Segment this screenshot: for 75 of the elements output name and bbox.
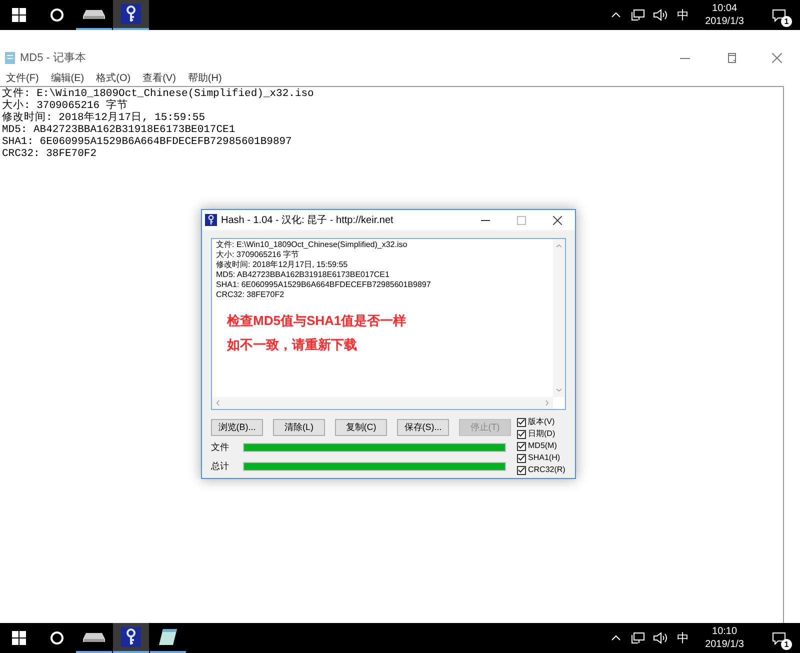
result-line: MD5: AB42723BBA162B31918E6173BE017CE1	[216, 270, 390, 280]
checkbox[interactable]	[517, 442, 526, 450]
notification-badge: 1	[781, 16, 792, 27]
result-line: SHA1: 6E060995A1529B6A664BFDECEFB72985601B9897	[216, 280, 432, 290]
input-method-indicator[interactable]: 中	[677, 6, 690, 24]
close-icon	[772, 53, 782, 63]
taskbar-app-button[interactable]	[113, 0, 149, 30]
dialog-button[interactable]: 浏览(B)...	[211, 419, 263, 436]
close-icon	[552, 216, 562, 224]
result-line: 修改时间: 2018年12月17日, 15:59:55	[216, 260, 349, 270]
key-icon	[121, 627, 141, 647]
drive-icon	[83, 8, 105, 20]
result-text-area[interactable]	[211, 238, 566, 410]
menu-item[interactable]: 编辑(E)	[50, 70, 84, 86]
dialog-button[interactable]: 保存(S)...	[397, 419, 449, 436]
checkbox-label: 日期(D)	[528, 428, 556, 440]
result-line: 文件: E:\Win10_1809Oct_Chinese(Simplified)_x32.iso	[216, 240, 408, 250]
check-instruction: 如不一致，请重新下载	[227, 337, 357, 353]
result-line: CRC32: 38FE70F2	[216, 290, 286, 300]
clock[interactable]: 10:10 2019/1/3	[705, 625, 744, 651]
chevron-up-icon[interactable]	[611, 635, 622, 641]
progress-label: 总计	[211, 460, 230, 472]
taskbar-app-button[interactable]	[113, 623, 149, 653]
network-icon[interactable]	[631, 632, 646, 644]
checkbox[interactable]	[517, 466, 526, 474]
notification-center-button[interactable]: 1	[764, 623, 794, 653]
speaker-icon[interactable]	[653, 632, 670, 644]
menu-item[interactable]: 文件(F)	[6, 70, 39, 86]
text-line: SHA1: 6E060995A1529B6A664BFDECEFB72985601B9897	[2, 136, 293, 148]
checkbox-label: SHA1(H)	[528, 452, 560, 464]
speaker-icon[interactable]	[653, 9, 670, 21]
dialog-button[interactable]: 复制(C)	[335, 419, 387, 436]
windows-logo-icon	[12, 8, 26, 22]
checkbox[interactable]	[517, 454, 526, 462]
menu-item[interactable]: 格式(O)	[96, 70, 131, 86]
clock-date: 2019/1/3	[705, 15, 744, 28]
input-method-indicator[interactable]: 中	[677, 629, 690, 647]
message-icon	[772, 8, 786, 22]
search-circle-icon	[50, 8, 64, 22]
checkbox-label: MD5(M)	[528, 440, 557, 452]
result-line: 大小: 3709065216 字节	[216, 250, 300, 260]
chevron-up-icon[interactable]	[611, 12, 622, 18]
clock-time: 10:10	[712, 625, 738, 638]
text-line: 文件: E:\Win10_1809Oct_Chinese(Simplified)_x32.iso	[2, 88, 315, 100]
checkbox-label: CRC32(R)	[528, 464, 566, 476]
text-line: MD5: AB42723BBA162B31918E6173BE017CE1	[2, 124, 236, 136]
checkbox-label: 版本(V)	[528, 416, 555, 428]
window-title: MD5 - 记事本	[20, 50, 86, 66]
dialog-button[interactable]: 清除(L)	[273, 419, 325, 436]
drive-icon	[83, 631, 105, 643]
maximize-icon	[516, 216, 526, 224]
windows-logo-icon	[12, 631, 26, 645]
dialog-title: Hash - 1.04 - 汉化: 昆子 - http://keir.net	[221, 214, 394, 228]
notification-badge: 1	[781, 639, 792, 650]
text-line: CRC32: 38FE70F2	[2, 148, 98, 160]
text-line: 修改时间: 2018年12月17日, 15:59:55	[2, 112, 206, 124]
message-icon	[772, 632, 786, 644]
text-line: 大小: 3709065216 字节	[2, 100, 129, 112]
clock-time: 10:04	[712, 2, 738, 15]
restore-icon	[726, 53, 736, 63]
key-icon	[121, 4, 141, 24]
checkbox[interactable]	[517, 418, 526, 426]
key-icon	[205, 214, 217, 226]
notification-center-button[interactable]: 1	[764, 0, 794, 30]
clock-date: 2019/1/3	[705, 638, 744, 651]
clock[interactable]: 10:04 2019/1/3	[705, 2, 744, 28]
menu-item[interactable]: 查看(V)	[142, 70, 176, 86]
checkbox[interactable]	[517, 430, 526, 438]
notepad-icon	[4, 52, 16, 64]
progress-label: 文件	[211, 441, 230, 454]
menu-item[interactable]: 帮助(H)	[188, 70, 222, 86]
search-circle-icon	[50, 631, 64, 645]
notepad-icon	[158, 628, 178, 646]
check-instruction: 检查MD5值与SHA1值是否一样	[227, 313, 406, 329]
network-icon[interactable]	[631, 9, 646, 21]
